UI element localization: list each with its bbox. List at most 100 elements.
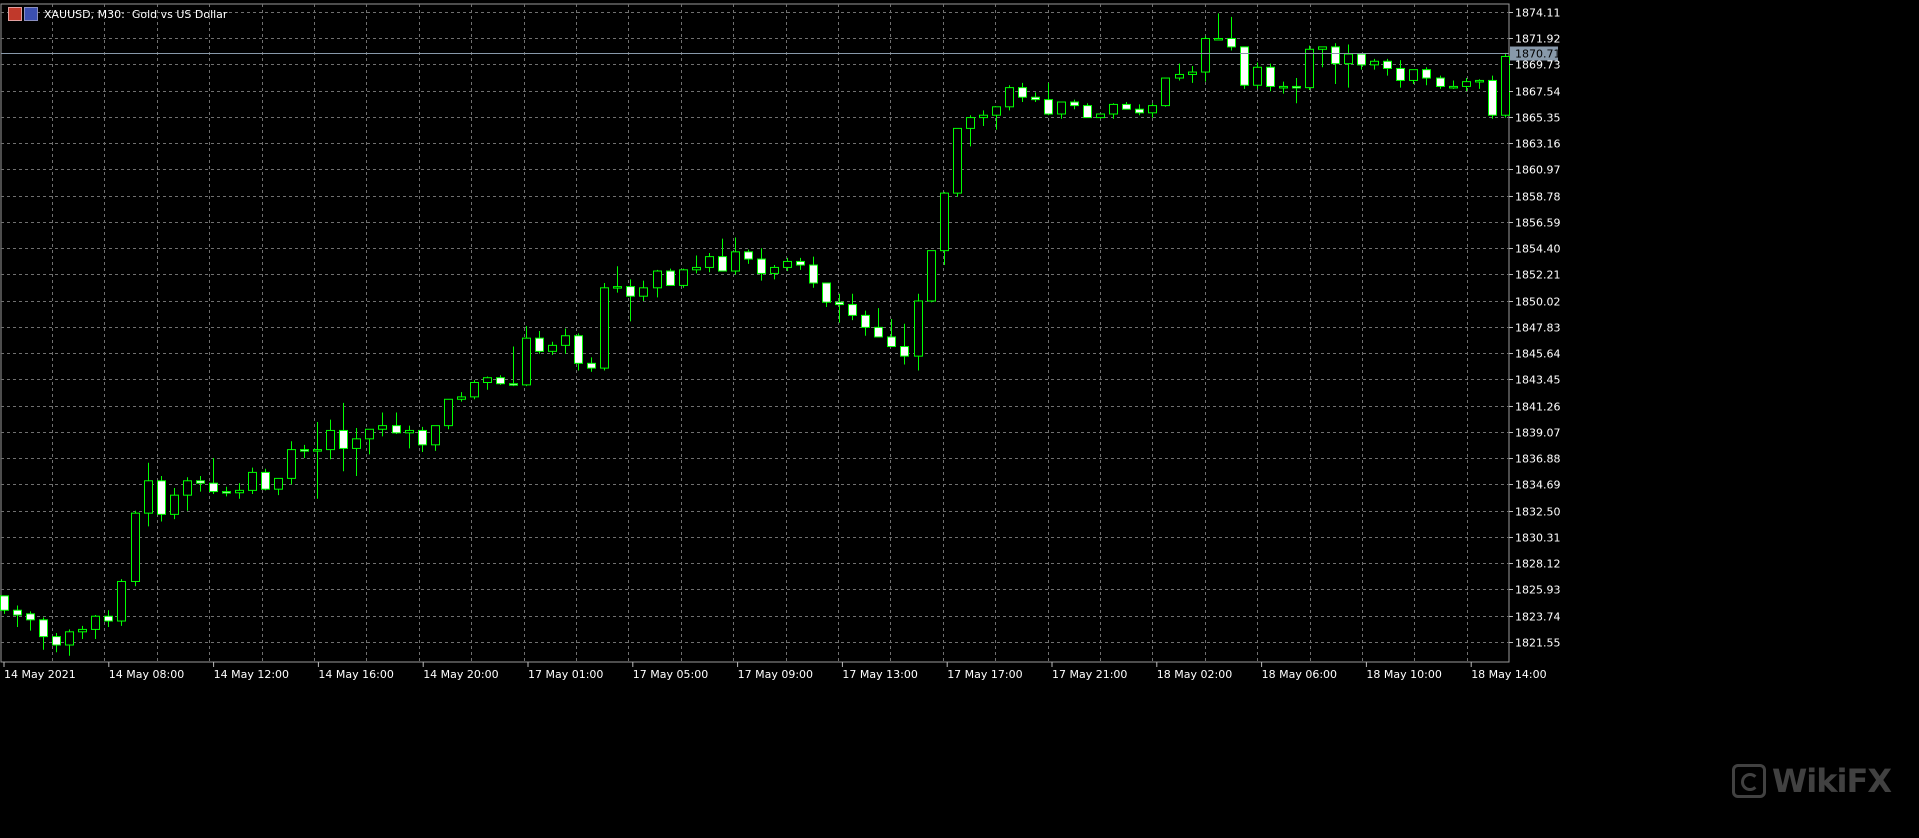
candle-body — [1083, 105, 1092, 119]
candle-body — [835, 301, 844, 306]
candle-body — [1331, 46, 1340, 65]
candle-body — [313, 449, 322, 452]
candle-body — [1018, 87, 1027, 98]
candle-body — [679, 269, 688, 286]
candle-body — [653, 270, 662, 289]
time-tick-label: 14 May 12:00 — [214, 668, 289, 681]
candle-body — [731, 251, 740, 272]
time-tick-label: 17 May 09:00 — [738, 668, 813, 681]
candle-body — [457, 396, 466, 400]
price-chart[interactable]: 1870.71 1874.111871.921869.731867.541865… — [0, 0, 1919, 838]
candle-body — [183, 480, 192, 496]
candle-body — [287, 449, 296, 479]
candle-body — [431, 425, 440, 446]
candle-body — [522, 337, 531, 386]
candle — [666, 268, 675, 286]
time-tick-label: 17 May 01:00 — [528, 668, 603, 681]
candle-body — [1070, 101, 1079, 107]
candle — [157, 475, 166, 522]
candle — [1096, 113, 1105, 119]
candle-body — [1161, 77, 1170, 107]
candle-body — [848, 304, 857, 316]
time-tick-label: 18 May 02:00 — [1157, 668, 1232, 681]
candle-body — [1044, 99, 1053, 115]
candle-body — [170, 494, 179, 515]
candle-body — [1318, 46, 1327, 50]
candle-body — [1422, 69, 1431, 79]
price-tick-label: 1869.73 — [1515, 59, 1561, 72]
candle-body — [1122, 103, 1131, 110]
price-tick-label: 1847.83 — [1515, 322, 1561, 335]
candle-body — [1266, 66, 1275, 87]
price-tick-label: 1836.88 — [1515, 453, 1561, 466]
price-tick-label: 1832.50 — [1515, 506, 1561, 519]
wikifx-watermark: WikiFX — [1731, 762, 1892, 800]
price-tick-label: 1823.74 — [1515, 611, 1561, 624]
price-tick-label: 1821.55 — [1515, 637, 1561, 650]
candle-body — [796, 260, 805, 266]
symbol-text: XAUUSD, M30: — [44, 7, 125, 21]
candle — [1436, 75, 1445, 89]
candle-body — [144, 480, 153, 514]
candle-body — [535, 337, 544, 352]
time-tick-label: 17 May 13:00 — [842, 668, 917, 681]
candle — [1501, 52, 1510, 118]
time-tick-label: 14 May 20:00 — [423, 668, 498, 681]
candle-body — [587, 362, 596, 369]
price-tick-label: 1854.40 — [1515, 243, 1561, 256]
candle-body — [900, 346, 909, 357]
candle-body — [561, 335, 570, 346]
candle-body — [392, 425, 401, 434]
candle-body — [1305, 48, 1314, 89]
candle — [1083, 103, 1092, 119]
candle-body — [1436, 77, 1445, 87]
candle-body — [261, 471, 270, 490]
price-tick-label: 1841.26 — [1515, 401, 1561, 414]
candle-body — [1253, 66, 1262, 86]
chart-title-bar: XAUUSD, M30: Gold vs US Dollar — [8, 6, 227, 22]
price-tick-label: 1852.21 — [1515, 269, 1561, 282]
candle — [1305, 45, 1314, 91]
time-tick-label: 18 May 06:00 — [1262, 668, 1337, 681]
price-tick-label: 1865.35 — [1515, 112, 1561, 125]
candle-body — [1279, 85, 1288, 89]
candle-body — [914, 300, 923, 357]
candle-body — [326, 429, 335, 451]
candle-body — [509, 383, 518, 386]
price-tick-label: 1863.16 — [1515, 138, 1561, 151]
candle-body — [1214, 37, 1223, 41]
candle-body — [1148, 105, 1157, 114]
candle-body — [117, 580, 126, 622]
price-tick-label: 1850.02 — [1515, 296, 1561, 309]
candle-body — [483, 377, 492, 383]
price-tick-label: 1834.69 — [1515, 479, 1561, 492]
candle-body — [300, 449, 309, 452]
candle-body — [196, 480, 205, 484]
candle-body — [1462, 81, 1471, 87]
candle-body — [744, 251, 753, 260]
time-tick-label: 17 May 21:00 — [1052, 668, 1127, 681]
candle-body — [666, 270, 675, 286]
candle-body — [822, 282, 831, 303]
time-tick-label: 17 May 05:00 — [633, 668, 708, 681]
time-tick-label: 18 May 10:00 — [1366, 668, 1441, 681]
candle-body — [1096, 113, 1105, 119]
candle-body — [209, 482, 218, 493]
candle-body — [365, 428, 374, 440]
candle — [470, 380, 479, 400]
candle-body — [1057, 101, 1066, 115]
candle-body — [131, 512, 140, 582]
time-tick-label: 17 May 17:00 — [947, 668, 1022, 681]
price-tick-label: 1843.45 — [1515, 374, 1561, 387]
candle-body — [91, 615, 100, 630]
candle — [1488, 75, 1497, 119]
candle — [927, 250, 936, 303]
candle-body — [235, 489, 244, 494]
price-tick-label: 1856.59 — [1515, 217, 1561, 230]
candle-body — [222, 491, 231, 494]
candle-body — [418, 429, 427, 446]
candle-body — [770, 266, 779, 274]
price-tick-label: 1845.64 — [1515, 348, 1561, 361]
chart-symbol: XAUUSD, M30: Gold vs US Dollar — [44, 8, 227, 21]
candle-body — [861, 314, 870, 328]
